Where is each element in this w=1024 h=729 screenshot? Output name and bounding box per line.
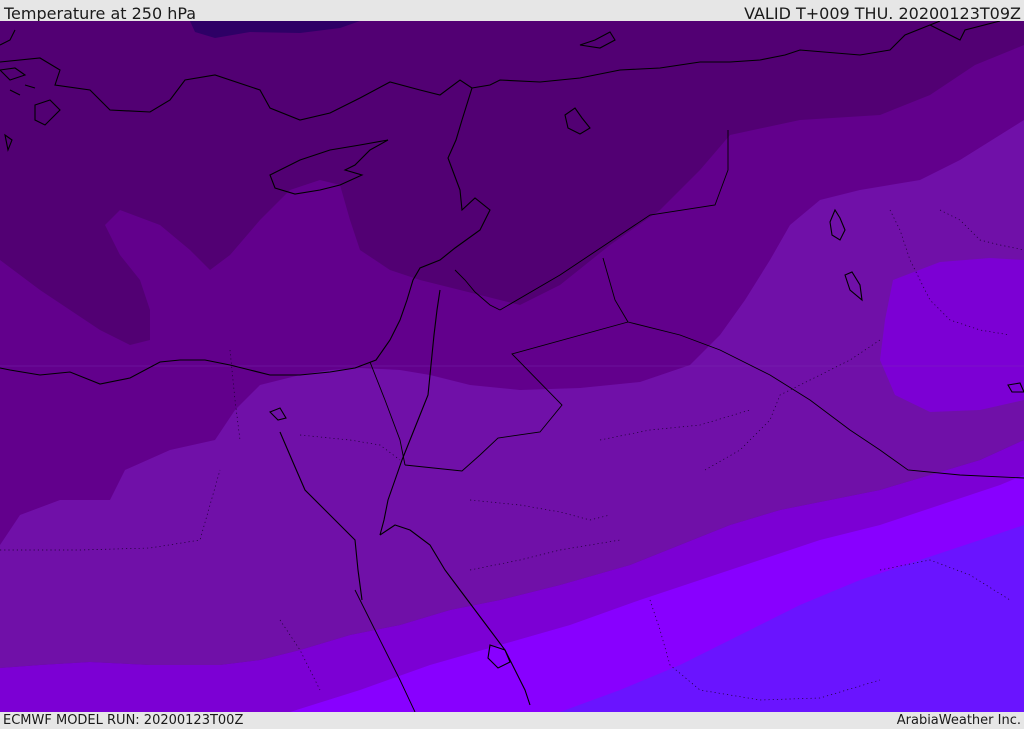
model-run: ECMWF MODEL RUN: 20200123T00Z xyxy=(3,713,244,728)
credit-label: ArabiaWeather Inc. xyxy=(896,713,1021,728)
map-view[interactable] xyxy=(0,21,1024,712)
footer-bar: ECMWF MODEL RUN: 20200123T00Z ArabiaWeat… xyxy=(0,712,1024,729)
header-bar: Temperature at 250 hPa VALID T+009 THU. … xyxy=(0,0,1024,23)
